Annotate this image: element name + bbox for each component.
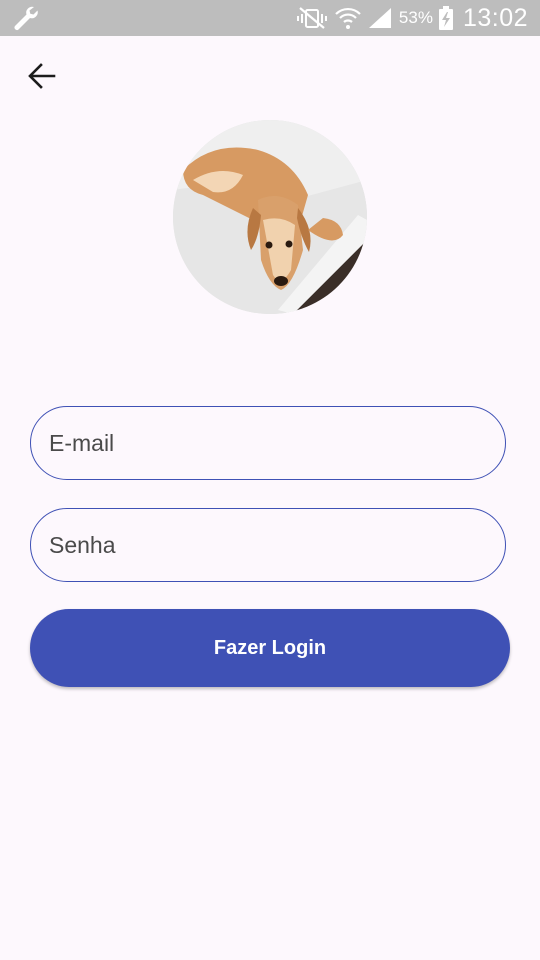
signal-icon <box>367 6 393 30</box>
email-input[interactable] <box>31 407 505 479</box>
arrow-back-icon <box>28 62 56 94</box>
battery-charging-icon <box>438 6 453 30</box>
status-icons: 53% 13:02 <box>295 0 528 36</box>
password-input[interactable] <box>31 509 505 581</box>
clock: 13:02 <box>462 3 528 32</box>
battery-percent: 53% <box>398 8 433 27</box>
dog-photo <box>173 120 367 314</box>
vibrate-mute-icon <box>295 6 329 30</box>
login-button[interactable]: Fazer Login <box>30 609 510 687</box>
email-field[interactable] <box>30 406 506 480</box>
wrench-icon <box>12 5 40 36</box>
password-field[interactable] <box>30 508 506 582</box>
login-button-label: Fazer Login <box>213 636 327 659</box>
avatar <box>173 120 367 314</box>
wifi-icon <box>335 6 361 30</box>
back-button[interactable] <box>22 58 62 98</box>
status-bar: 53% 13:02 <box>0 0 540 36</box>
